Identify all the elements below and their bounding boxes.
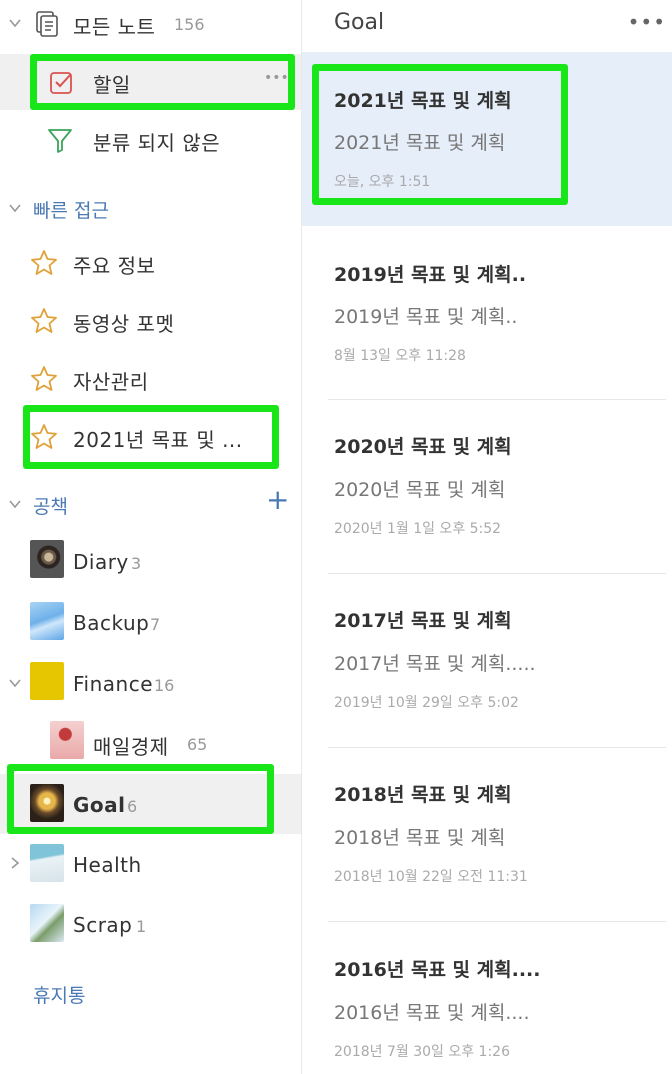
sidebar-item-label: Scrap: [73, 913, 133, 937]
sidebar-item-notebook-health[interactable]: Health: [0, 836, 301, 894]
sidebar-item-notebook-finance[interactable]: Finance 16: [0, 656, 301, 712]
sidebar-item-notebook-scrap[interactable]: Scrap 1: [0, 896, 301, 954]
note-date: 2019년 10월 29일 오후 5:02: [334, 695, 519, 711]
notebook-cover: [30, 784, 64, 822]
notebook-cover: [30, 844, 64, 882]
note-date: 2018년 10월 22일 오전 11:31: [334, 869, 528, 885]
chevron-down-icon[interactable]: [8, 676, 22, 690]
sidebar-item-notebook-backup[interactable]: Backup 7: [0, 594, 301, 652]
notebook-title: Goal: [334, 10, 385, 35]
note-preview: 2016년 목표 및 계획....: [334, 1002, 530, 1024]
note-date: 오늘, 오후 1:51: [334, 174, 431, 190]
sidebar-item-label: Finance: [73, 672, 154, 696]
note-title: 2017년 목표 및 계획: [334, 610, 512, 632]
star-icon: [31, 250, 57, 275]
note-preview: 2017년 목표 및 계획.....: [334, 653, 536, 675]
filter-icon: [48, 129, 72, 153]
note-list: Goal ••• 2021년 목표 및 계획 2021년 목표 및 계획 오늘,…: [302, 0, 672, 1074]
sidebar-item-notebook-diary[interactable]: Diary 3: [0, 534, 301, 590]
note-title: 2021년 목표 및 계획: [334, 90, 512, 112]
sidebar-item-label: 2021년 목표 및 ...: [73, 428, 243, 452]
sidebar-item-quick-access[interactable]: 자산관리: [0, 352, 301, 406]
notebook-cover: [30, 662, 64, 700]
notebook-cover: [30, 602, 64, 640]
chevron-down-icon[interactable]: [8, 201, 22, 215]
note-item[interactable]: 2021년 목표 및 계획 2021년 목표 및 계획 오늘, 오후 1:51: [302, 52, 672, 226]
star-icon: [31, 366, 57, 391]
note-count: 16: [154, 676, 175, 695]
notebook-cover: [50, 721, 84, 759]
sidebar-item-quick-access[interactable]: 주요 정보: [0, 236, 301, 290]
notebook-cover: [30, 540, 64, 578]
sidebar-item-label: 모든 노트: [73, 15, 156, 39]
sidebar: 모든 노트 156 할일 ••• 분류 되지 않은 빠른 접근 주요 정보 동영…: [0, 0, 302, 1074]
note-title: 2018년 목표 및 계획: [334, 784, 512, 806]
sidebar-item-label: 자산관리: [73, 370, 149, 394]
note-item[interactable]: 2016년 목표 및 계획.... 2016년 목표 및 계획.... 2018…: [302, 922, 672, 1074]
add-notebook-button[interactable]: +: [266, 486, 289, 514]
sidebar-item-all-notes[interactable]: 모든 노트 156: [0, 0, 301, 50]
checkbox-icon: [50, 72, 72, 94]
note-item[interactable]: 2018년 목표 및 계획 2018년 목표 및 계획 2018년 10월 22…: [302, 748, 672, 922]
note-preview: 2021년 목표 및 계획: [334, 132, 506, 154]
chevron-down-icon[interactable]: [8, 497, 22, 511]
note-item[interactable]: 2019년 목표 및 계획.. 2019년 목표 및 계획.. 8월 13일 오…: [302, 226, 672, 400]
sidebar-item-label: Health: [73, 853, 142, 877]
chevron-down-icon[interactable]: [8, 16, 22, 30]
note-count: 6: [127, 797, 138, 816]
sidebar-item-notebook-goal[interactable]: Goal 6: [0, 774, 301, 834]
star-icon: [31, 424, 57, 449]
note-title: 2016년 목표 및 계획....: [334, 959, 541, 981]
sidebar-item-label: 할일: [93, 73, 131, 97]
sidebar-item-notebook-maeil[interactable]: 매일경제 65: [0, 716, 301, 772]
note-preview: 2018년 목표 및 계획: [334, 827, 506, 849]
sidebar-item-uncategorized[interactable]: 분류 되지 않은: [0, 112, 301, 168]
sidebar-item-label: Backup: [73, 611, 150, 635]
sidebar-item-todo[interactable]: 할일 •••: [0, 54, 301, 110]
note-date: 2018년 7월 30일 오후 1:26: [334, 1044, 510, 1060]
note-count: 1: [136, 917, 147, 936]
note-title: 2019년 목표 및 계획..: [334, 264, 527, 286]
sidebar-item-label: Diary: [73, 550, 129, 574]
sidebar-item-label: 주요 정보: [73, 254, 156, 278]
sidebar-item-label: Goal: [73, 793, 126, 817]
note-item[interactable]: 2020년 목표 및 계획 2020년 목표 및 계획 2020년 1월 1일 …: [302, 400, 672, 574]
more-options-icon[interactable]: •••: [628, 10, 666, 34]
note-count: 7: [150, 615, 161, 634]
note-count: 3: [131, 554, 142, 573]
more-options-icon[interactable]: •••: [264, 70, 289, 86]
star-icon: [31, 308, 57, 333]
trash-link[interactable]: 휴지통: [33, 981, 85, 1008]
note-count: 156: [174, 15, 205, 34]
sidebar-item-quick-access[interactable]: 동영상 포멧: [0, 294, 301, 348]
chevron-right-icon[interactable]: [8, 856, 22, 870]
notebook-cover: [30, 904, 64, 942]
note-count: 65: [187, 735, 208, 754]
note-date: 8월 13일 오후 11:28: [334, 348, 466, 364]
note-preview: 2019년 목표 및 계획..: [334, 306, 518, 328]
note-item[interactable]: 2017년 목표 및 계획 2017년 목표 및 계획..... 2019년 1…: [302, 574, 672, 748]
notes-icon: [36, 11, 58, 37]
note-title: 2020년 목표 및 계획: [334, 436, 512, 458]
quick-access-title[interactable]: 빠른 접근: [33, 196, 109, 223]
note-date: 2020년 1월 1일 오후 5:52: [334, 521, 502, 537]
notebooks-title[interactable]: 공책: [33, 492, 68, 519]
sidebar-item-quick-access[interactable]: 2021년 목표 및 ...: [0, 410, 301, 464]
sidebar-item-label: 동영상 포멧: [73, 312, 175, 336]
sidebar-item-label: 분류 되지 않은: [93, 131, 221, 155]
sidebar-item-label: 매일경제: [93, 735, 169, 759]
note-preview: 2020년 목표 및 계획: [334, 479, 506, 501]
